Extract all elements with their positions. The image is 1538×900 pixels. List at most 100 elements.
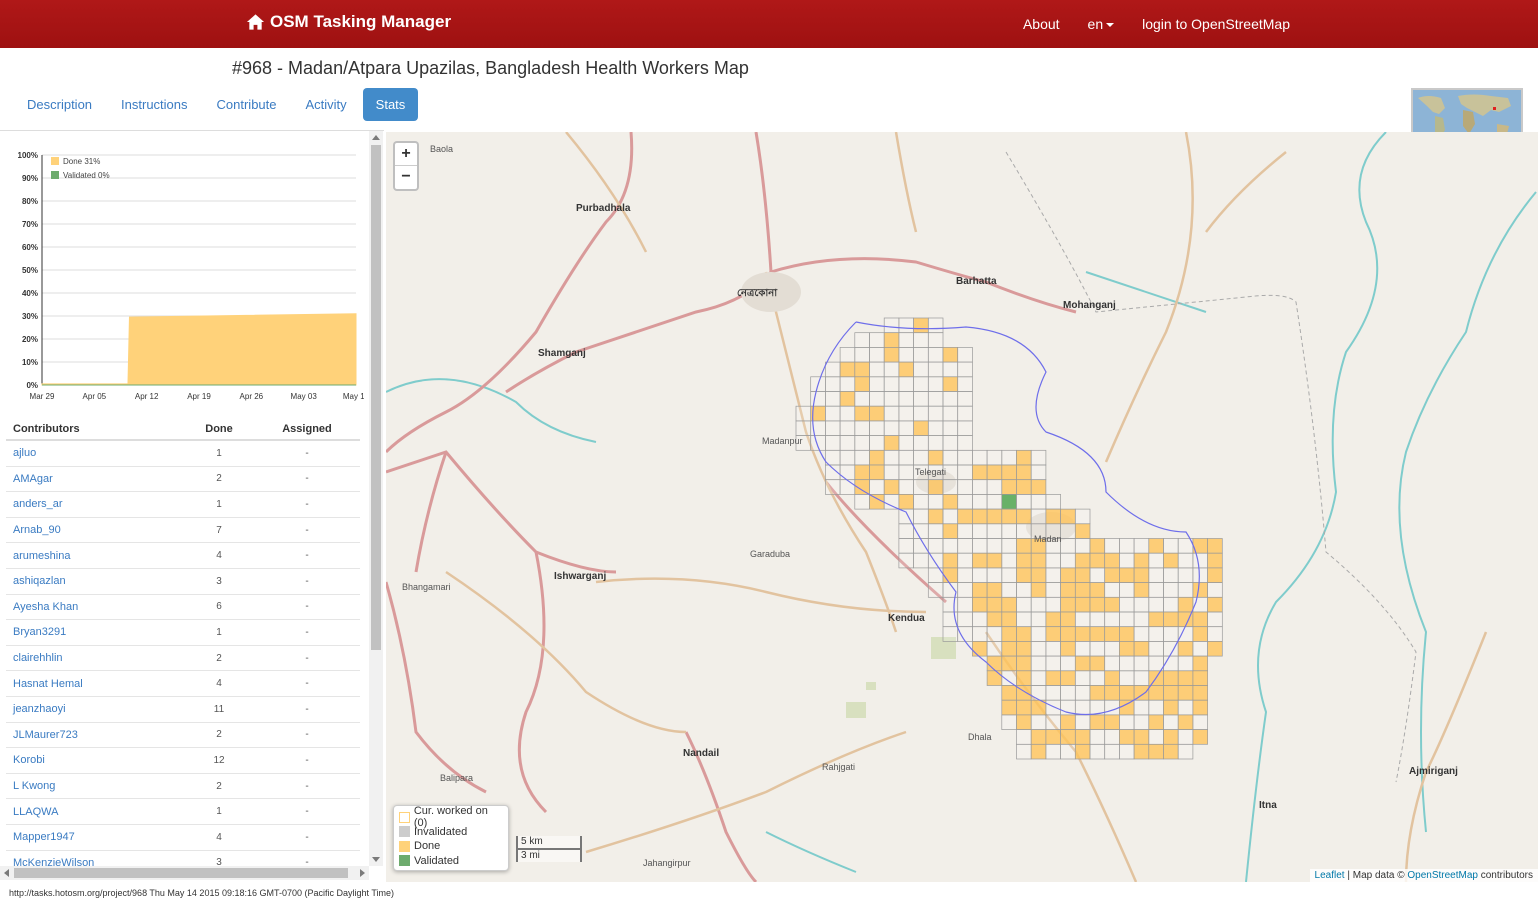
task-cell[interactable]	[913, 552, 929, 569]
task-cell[interactable]	[854, 405, 870, 422]
task-cell[interactable]	[1207, 552, 1223, 569]
task-cell[interactable]	[942, 626, 959, 642]
contributor-link[interactable]: LLAQWA	[6, 806, 184, 818]
task-cell[interactable]	[883, 405, 900, 422]
task-cell[interactable]	[957, 479, 973, 495]
task-cell[interactable]	[927, 376, 944, 392]
task-cell[interactable]	[1074, 596, 1091, 613]
task-cell[interactable]	[1045, 582, 1061, 598]
task-cell[interactable]	[942, 479, 959, 495]
task-cell[interactable]	[913, 317, 929, 334]
task-cell[interactable]	[1001, 552, 1017, 569]
task-cell[interactable]	[1192, 567, 1208, 583]
task-cell[interactable]	[1060, 626, 1076, 642]
task-cell[interactable]	[1163, 699, 1179, 716]
task-cell[interactable]	[1192, 552, 1208, 569]
task-cell[interactable]	[1089, 538, 1106, 554]
task-map[interactable]: Baola Purbadhala নেত্রকোনা Barhatta Moha…	[386, 132, 1538, 882]
about-link[interactable]: About	[1023, 16, 1060, 32]
task-cell[interactable]	[1119, 567, 1135, 583]
task-cell[interactable]	[1192, 655, 1208, 672]
task-cell[interactable]	[1192, 626, 1208, 642]
task-cell[interactable]	[839, 435, 856, 451]
task-cell[interactable]	[1074, 641, 1091, 657]
task-cell[interactable]	[1207, 582, 1223, 598]
task-cell[interactable]	[986, 479, 1003, 495]
task-cell[interactable]	[854, 449, 870, 466]
task-cell[interactable]	[986, 567, 1003, 583]
task-cell[interactable]	[1045, 567, 1061, 583]
task-cell[interactable]	[1177, 626, 1194, 642]
task-cell[interactable]	[1089, 670, 1106, 686]
task-cell[interactable]	[1060, 641, 1076, 657]
task-cell[interactable]	[1177, 699, 1194, 716]
task-cell[interactable]	[825, 361, 841, 378]
task-cell[interactable]	[1016, 523, 1032, 539]
task-cell[interactable]	[972, 494, 988, 510]
task-cell[interactable]	[1030, 494, 1047, 510]
task-cell[interactable]	[1177, 729, 1194, 745]
task-cell[interactable]	[1001, 538, 1017, 554]
scroll-down-icon[interactable]	[372, 857, 380, 862]
task-cell[interactable]	[1016, 729, 1032, 745]
task-cell[interactable]	[1192, 699, 1208, 716]
task-cell[interactable]	[1045, 508, 1061, 525]
task-cell[interactable]	[942, 567, 959, 583]
task-cell[interactable]	[869, 376, 885, 392]
task-cell[interactable]	[1016, 611, 1032, 628]
task-cell[interactable]	[898, 361, 914, 378]
task-cell[interactable]	[1148, 743, 1164, 760]
task-cell[interactable]	[854, 347, 870, 363]
zoom-out-button[interactable]: −	[395, 166, 417, 189]
task-cell[interactable]	[1074, 685, 1091, 701]
task-cell[interactable]	[972, 582, 988, 598]
task-cell[interactable]	[986, 670, 1003, 686]
task-cell[interactable]	[913, 347, 929, 363]
task-cell[interactable]	[1016, 494, 1032, 510]
task-cell[interactable]	[1177, 655, 1194, 672]
task-cell[interactable]	[1001, 479, 1017, 495]
task-cell[interactable]	[972, 626, 988, 642]
task-cell[interactable]	[883, 435, 900, 451]
task-cell[interactable]	[898, 552, 914, 569]
contributor-link[interactable]: JLMaurer723	[6, 729, 184, 741]
task-cell[interactable]	[854, 376, 870, 392]
task-cell[interactable]	[869, 405, 885, 422]
task-cell[interactable]	[1030, 743, 1047, 760]
task-cell[interactable]	[1104, 626, 1120, 642]
task-cell[interactable]	[1045, 743, 1061, 760]
tab-activity[interactable]: Activity	[293, 88, 360, 121]
task-cell[interactable]	[1207, 538, 1223, 554]
task-cell[interactable]	[942, 494, 959, 510]
task-cell[interactable]	[913, 508, 929, 525]
task-cell[interactable]	[883, 376, 900, 392]
task-cell[interactable]	[1060, 508, 1076, 525]
task-cell[interactable]	[1133, 596, 1150, 613]
task-cell[interactable]	[1133, 714, 1150, 730]
task-cell[interactable]	[825, 376, 841, 392]
scroll-right-icon[interactable]	[360, 869, 365, 877]
task-cell[interactable]	[1030, 670, 1047, 686]
task-cell[interactable]	[883, 494, 900, 510]
task-cell[interactable]	[1060, 714, 1076, 730]
task-cell[interactable]	[1089, 552, 1106, 569]
task-cell[interactable]	[913, 405, 929, 422]
task-cell[interactable]	[1030, 685, 1047, 701]
task-cell[interactable]	[1001, 494, 1017, 510]
task-cell[interactable]	[1177, 714, 1194, 730]
task-cell[interactable]	[825, 435, 841, 451]
tab-stats[interactable]: Stats	[362, 88, 419, 121]
task-cell[interactable]	[1074, 670, 1091, 686]
task-cell[interactable]	[1045, 494, 1061, 510]
task-grid[interactable]	[386, 132, 1538, 882]
contributor-link[interactable]: L Kwong	[6, 780, 184, 792]
task-cell[interactable]	[1133, 552, 1150, 569]
task-cell[interactable]	[1030, 582, 1047, 598]
task-cell[interactable]	[1177, 743, 1194, 760]
task-cell[interactable]	[1177, 670, 1194, 686]
task-cell[interactable]	[898, 405, 914, 422]
task-cell[interactable]	[1133, 626, 1150, 642]
horizontal-scrollbar[interactable]	[0, 866, 369, 880]
task-cell[interactable]	[1104, 714, 1120, 730]
task-cell[interactable]	[1192, 685, 1208, 701]
